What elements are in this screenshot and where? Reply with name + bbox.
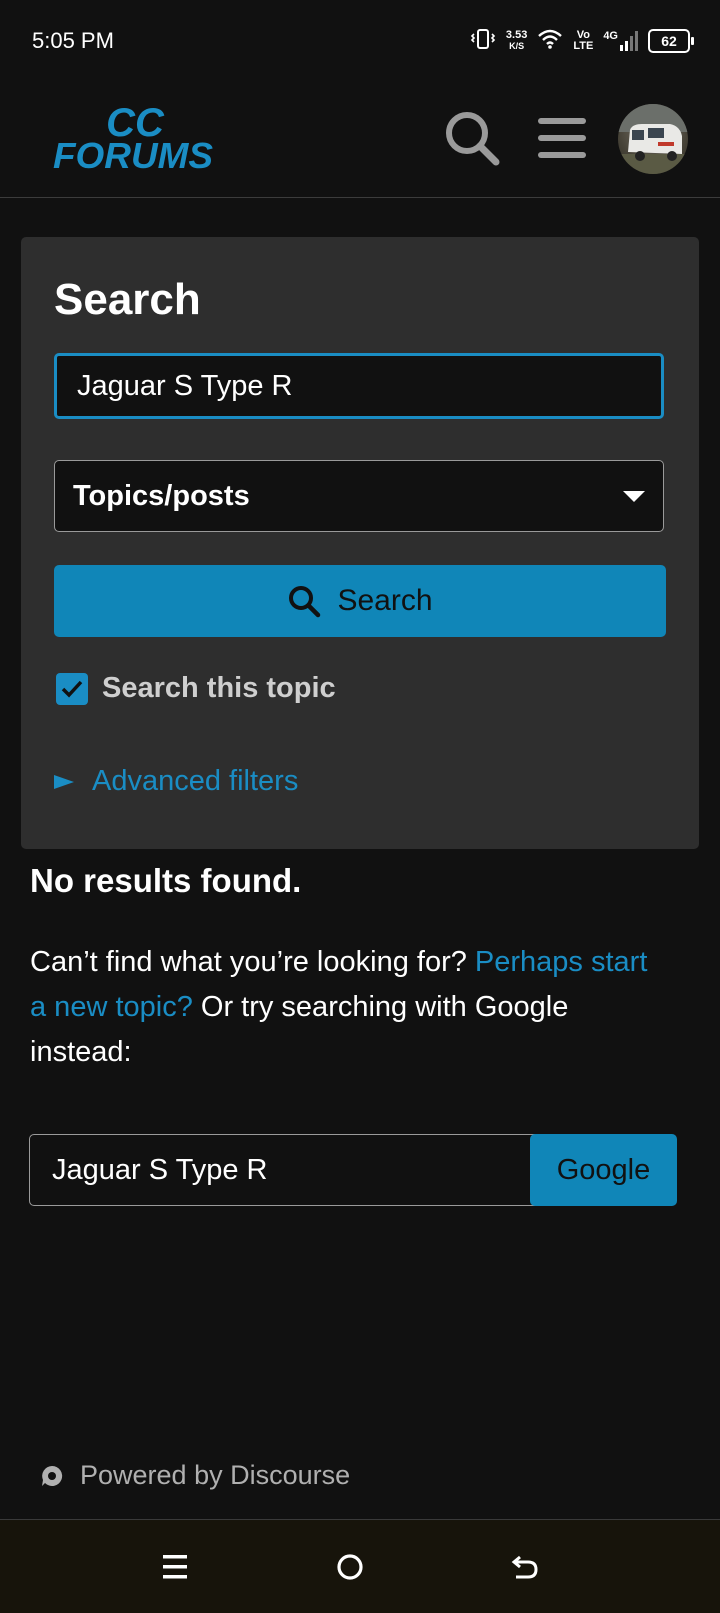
search-type-selected: Topics/posts [73,479,250,512]
search-panel: Search Topics/posts Search Search this t… [21,237,699,849]
search-icon [446,112,500,166]
cc-forums-logo[interactable]: CC FORUMS [50,98,220,178]
site-header: CC FORUMS [0,80,720,198]
recents-button[interactable] [150,1542,200,1592]
status-bar: 5:05 PM 3.53 K/S Vo LTE 4G 62 [0,0,720,80]
search-button-label: Search [337,584,433,617]
disclosure-arrow-icon [54,774,74,789]
volte-bottom: LTE [573,40,594,52]
page-title: Search [54,275,201,324]
system-navigation-bar [0,1519,720,1613]
vibrate-icon [470,28,496,55]
battery-icon: 62 [648,29,694,53]
battery-level: 62 [661,33,677,49]
powered-by-discourse[interactable]: Powered by Discourse [40,1460,350,1491]
search-this-topic-checkbox[interactable] [56,672,88,705]
google-search-button[interactable]: Google [530,1134,677,1206]
search-this-topic-toggle[interactable]: Search this topic [56,672,336,705]
no-results-heading: No results found. [30,862,302,899]
advanced-filters-toggle[interactable]: Advanced filters [54,765,298,798]
logo-bottom-text: FORUMS [53,135,213,176]
wifi-icon [537,28,563,55]
search-icon [289,586,321,618]
hamburger-menu-icon [538,118,586,158]
advanced-filters-label: Advanced filters [92,765,299,797]
google-button-label: Google [556,1153,651,1186]
home-button[interactable] [325,1542,375,1592]
discourse-logo-icon [42,1465,63,1486]
search-button[interactable]: Search [54,565,666,637]
search-input[interactable] [54,353,664,419]
checkmark-icon [61,680,83,698]
search-this-topic-label: Search this topic [102,672,336,704]
status-icons: 3.53 K/S Vo LTE 4G 62 [470,24,694,58]
status-time: 5:05 PM [32,28,114,53]
search-help-text: Can’t find what you’re looking for? Perh… [30,940,670,1075]
powered-by-label: Powered by Discourse [80,1460,351,1490]
net-speed-unit: K/S [509,41,525,51]
help-prefix: Can’t find what you’re looking for? [30,946,467,978]
back-icon [511,1555,538,1579]
net-speed: 3.53 K/S [506,30,527,52]
user-avatar[interactable] [618,104,688,174]
back-button[interactable] [500,1542,550,1592]
google-search-input[interactable] [29,1134,542,1206]
header-search-button[interactable] [438,104,506,172]
search-type-select[interactable]: Topics/posts [54,460,664,532]
volte-indicator: Vo LTE [573,30,593,52]
network-type: 4G [603,30,618,42]
cell-signal-icon: 4G [603,31,638,51]
home-icon [337,1554,363,1580]
caret-down-icon [623,490,645,502]
header-menu-button[interactable] [528,104,596,172]
net-speed-value: 3.53 [505,29,528,41]
recents-icon [163,1555,187,1579]
